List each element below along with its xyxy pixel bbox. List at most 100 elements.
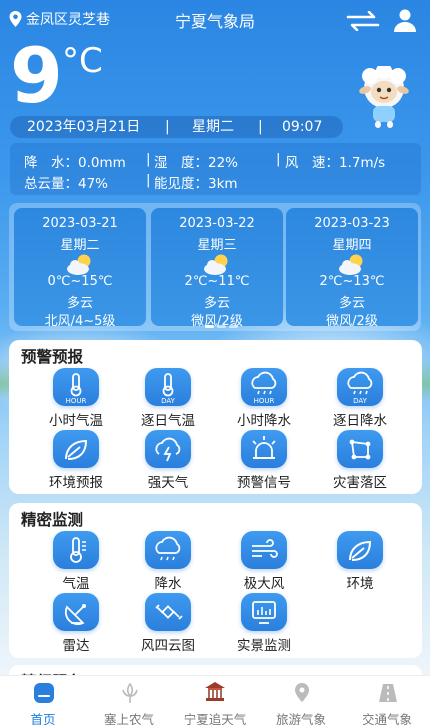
tile-label: 实景监测 xyxy=(237,638,291,654)
forecast-condition: 多云 xyxy=(338,296,365,311)
top-bar: 金凤区灵芝巷 宁夏气象局 xyxy=(0,0,430,40)
cloud-cover-value: 总云量：47% xyxy=(24,176,109,192)
home-icon xyxy=(34,683,54,703)
current-time: 09:07 xyxy=(282,119,323,135)
swap-icon[interactable] xyxy=(346,11,380,31)
tile-label: 气温 xyxy=(62,576,90,592)
forecast-temp-range: 2℃~11℃ xyxy=(184,274,250,289)
nav-label: 宁夏追天气 xyxy=(183,712,247,725)
daily-temperature-icon: DAY xyxy=(161,373,176,405)
forecast-temp-range: 0℃~15℃ xyxy=(47,274,113,289)
visibility-value: 能见度：3km xyxy=(154,176,238,192)
weather-metrics: 降 水：0.0mm | 湿 度：22% | 风 速：1.7m/s 总云量：47%… xyxy=(10,143,421,195)
nav-label: 塞上农气 xyxy=(103,712,154,725)
current-weekday: 星期二 xyxy=(192,119,234,135)
warning-forecast-panel: 预警预报 HOUR 小时气温 DAY 逐日气温 HOUR 小时降水 DAY 逐日… xyxy=(9,340,422,494)
nav-item-chase-weather[interactable]: 宁夏追天气 xyxy=(172,676,258,725)
hourly-temperature-icon: HOUR xyxy=(66,373,87,405)
leaf-icon xyxy=(349,540,372,561)
satellite-cloud-image-button[interactable]: 风四云图 xyxy=(120,593,216,654)
live-view-monitor-button[interactable]: 实景监测 xyxy=(216,593,312,654)
hourly-precipitation-button[interactable]: HOUR 小时降水 xyxy=(216,368,312,429)
warning-signal-button[interactable]: 预警信号 xyxy=(216,430,312,491)
travel-pin-icon xyxy=(295,683,309,702)
forecast-day-card[interactable]: 2023-03-21 星期二 0℃~15℃ 多云 北风/4~5级 xyxy=(14,208,146,329)
current-temperature: 9 xyxy=(10,31,63,120)
forecast-day-card[interactable]: 2023-03-22 星期三 2℃~11℃ 多云 微风/2级 xyxy=(151,208,283,329)
forecast-wind: 北风/4~5级 xyxy=(44,314,116,329)
environment-forecast-button[interactable]: 环境预报 xyxy=(28,430,124,491)
separator: | xyxy=(276,151,281,167)
forecast-weekday: 星期三 xyxy=(197,238,237,253)
road-icon xyxy=(379,684,397,702)
monitor-screen-icon xyxy=(252,601,276,624)
forecast-date: 2023-03-21 xyxy=(42,216,118,231)
forecast-wind: 微风/2级 xyxy=(326,314,378,329)
forecast-weekday: 星期四 xyxy=(332,238,372,253)
tile-label: 环境 xyxy=(346,576,374,592)
bottom-navigation: 首页 塞上农气 宁夏追天气 旅游气象 交通气象 xyxy=(0,675,430,725)
wind-speed-value: 风 速：1.7m/s xyxy=(285,155,386,171)
day-tag: DAY xyxy=(353,397,368,405)
tile-label: 降水 xyxy=(154,576,182,592)
precipitation-monitor-button[interactable]: 降水 xyxy=(120,531,216,592)
forecast-day-card[interactable]: 2023-03-23 星期四 2℃~13℃ 多云 微风/2级 xyxy=(286,208,418,329)
separator: | xyxy=(165,119,170,135)
radar-button[interactable]: 雷达 xyxy=(28,593,124,654)
tile-label: 风四云图 xyxy=(141,638,195,654)
hour-tag: HOUR xyxy=(66,397,87,405)
panel-title: 预警预报 xyxy=(18,345,94,369)
forecast-weekday: 星期二 xyxy=(60,238,100,253)
separator: | xyxy=(258,119,263,135)
forecast-date: 2023-03-22 xyxy=(179,216,255,231)
max-wind-button[interactable]: 极大风 xyxy=(216,531,312,592)
current-date: 2023年03月21日 xyxy=(27,119,141,135)
hour-tag: HOUR xyxy=(254,397,275,405)
date-time-bar: 2023年03月21日 | 星期二 | 09:07 xyxy=(10,116,343,138)
forecast-date: 2023-03-23 xyxy=(314,216,390,231)
separator: | xyxy=(146,172,151,188)
separator: | xyxy=(146,151,151,167)
disaster-area-icon xyxy=(349,439,371,460)
nav-item-home[interactable]: 首页 xyxy=(0,676,86,725)
radar-dish-icon xyxy=(64,604,86,626)
precision-monitoring-panel: 精密监测 气温 降水 极大风 环境 雷达 风四云图 实景监测 xyxy=(9,503,422,658)
nav-item-traffic-weather[interactable]: 交通气象 xyxy=(344,676,430,725)
nav-label: 首页 xyxy=(30,712,56,725)
tile-label: 小时气温 xyxy=(49,413,103,429)
wind-icon xyxy=(252,539,278,558)
rain-cloud-icon xyxy=(155,536,181,561)
forecast-temp-range: 2℃~13℃ xyxy=(319,274,385,289)
tile-label: 小时降水 xyxy=(237,413,291,429)
farm-icon xyxy=(122,682,138,703)
nav-item-travel-weather[interactable]: 旅游气象 xyxy=(258,676,344,725)
severe-weather-icon xyxy=(155,437,181,462)
tile-label: 预警信号 xyxy=(237,475,291,491)
carousel-indicator xyxy=(205,325,241,329)
tile-label: 逐日降水 xyxy=(333,413,387,429)
alarm-light-icon xyxy=(252,436,276,459)
forecast-carousel[interactable]: 2023-03-21 星期二 0℃~15℃ 多云 北风/4~5级 2023-03… xyxy=(9,203,421,331)
forecast-condition: 多云 xyxy=(203,296,230,311)
tile-label: 极大风 xyxy=(243,576,285,592)
daily-precipitation-button[interactable]: DAY 逐日降水 xyxy=(312,368,408,429)
severe-weather-button[interactable]: 强天气 xyxy=(120,430,216,491)
humidity-value: 湿 度：22% xyxy=(154,155,239,171)
user-icon[interactable] xyxy=(393,8,417,32)
nav-label: 交通气象 xyxy=(361,712,412,725)
disaster-area-button[interactable]: 灾害落区 xyxy=(312,430,408,491)
temperature-monitor-button[interactable]: 气温 xyxy=(28,531,124,592)
day-tag: DAY xyxy=(161,397,176,405)
sheep-mascot-icon xyxy=(359,66,409,128)
partly-cloudy-icon xyxy=(204,254,228,275)
tile-label: 强天气 xyxy=(147,475,189,491)
hourly-precipitation-icon: HOUR xyxy=(251,371,277,405)
daily-temperature-button[interactable]: DAY 逐日气温 xyxy=(120,368,216,429)
precipitation-value: 降 水：0.0mm xyxy=(24,155,126,171)
tile-label: 逐日气温 xyxy=(141,413,195,429)
nav-item-farm-weather[interactable]: 塞上农气 xyxy=(86,676,172,725)
tile-label: 雷达 xyxy=(62,638,90,654)
hourly-temperature-button[interactable]: HOUR 小时气温 xyxy=(28,368,124,429)
environment-monitor-button[interactable]: 环境 xyxy=(312,531,408,592)
nav-label: 旅游气象 xyxy=(275,712,326,725)
